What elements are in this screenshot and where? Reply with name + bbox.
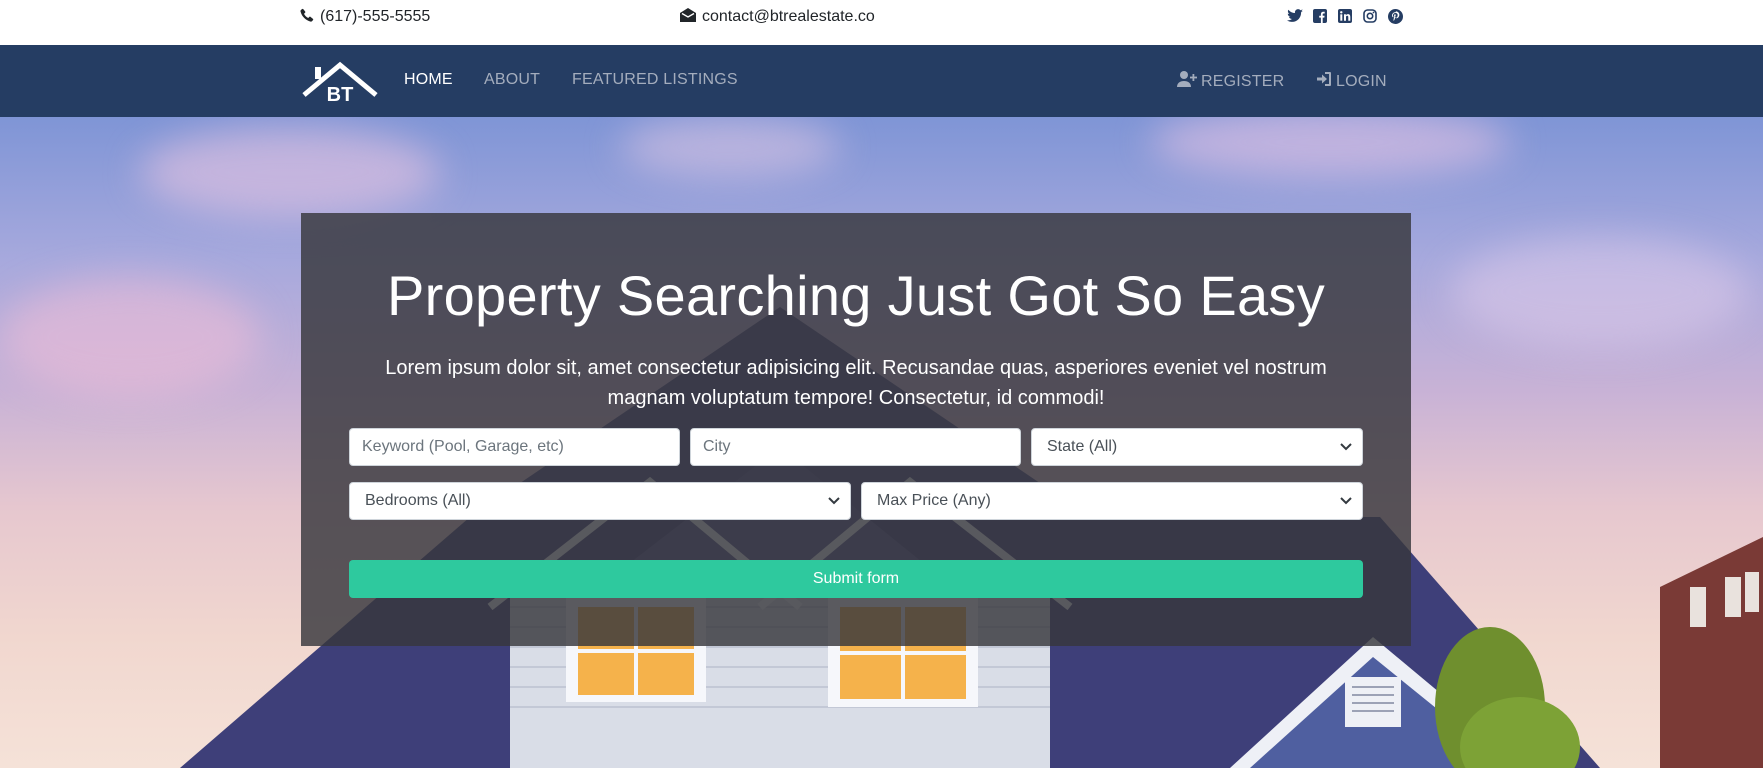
chevron-down-icon (1340, 438, 1352, 456)
sign-in-icon (1316, 71, 1332, 92)
nav-about[interactable]: ABOUT (484, 71, 540, 89)
nav-home[interactable]: HOME (404, 71, 453, 89)
twitter-icon[interactable] (1287, 8, 1303, 24)
phone-number: (617)-555-5555 (320, 8, 431, 25)
phone-icon (300, 8, 314, 27)
email-address: contact@btrealestate.co (702, 8, 875, 25)
max-price-select[interactable]: Max Price (Any) (861, 482, 1363, 520)
instagram-icon[interactable] (1362, 8, 1378, 24)
brand-logo[interactable]: BT (302, 59, 378, 106)
nav-login[interactable]: LOGIN (1316, 71, 1387, 92)
hero-section: Property Searching Just Got So Easy Lore… (0, 117, 1763, 768)
keyword-input-placeholder: Keyword (Pool, Garage, etc) (362, 438, 564, 455)
user-plus-icon (1177, 71, 1197, 92)
nav-featured-listings[interactable]: FEATURED LISTINGS (572, 71, 738, 89)
facebook-icon[interactable] (1312, 8, 1328, 24)
brand-logo-text: BT (327, 84, 354, 103)
pinterest-icon[interactable] (1387, 8, 1403, 24)
nav-register[interactable]: REGISTER (1177, 71, 1284, 92)
hero-title: Property Searching Just Got So Easy (386, 264, 1326, 327)
submit-form-button[interactable]: Submit form (349, 560, 1363, 598)
social-links (1287, 8, 1403, 24)
nav-login-label: LOGIN (1336, 72, 1387, 90)
top-contact-bar: (617)-555-5555 contact@btrealestate.co (0, 0, 1763, 45)
city-input[interactable]: City (690, 428, 1021, 466)
max-price-select-value: Max Price (Any) (877, 492, 991, 509)
state-select[interactable]: State (All) (1031, 428, 1363, 466)
phone-contact: (617)-555-5555 (300, 7, 430, 27)
hero-lead-text: Lorem ipsum dolor sit, amet consectetur … (385, 357, 1327, 409)
bedrooms-select[interactable]: Bedrooms (All) (349, 482, 851, 520)
chevron-down-icon (1340, 492, 1352, 510)
search-panel: Property Searching Just Got So Easy Lore… (301, 213, 1411, 646)
linkedin-icon[interactable] (1337, 8, 1353, 24)
bedrooms-select-value: Bedrooms (All) (365, 492, 471, 509)
keyword-input[interactable]: Keyword (Pool, Garage, etc) (349, 428, 680, 466)
envelope-icon (680, 7, 696, 27)
nav-register-label: REGISTER (1201, 72, 1285, 90)
chevron-down-icon (828, 492, 840, 510)
email-contact: contact@btrealestate.co (680, 7, 875, 27)
state-select-value: State (All) (1047, 438, 1118, 455)
city-input-placeholder: City (703, 438, 731, 455)
main-navbar: BT HOME ABOUT FEATURED LISTINGS REGISTER… (0, 45, 1763, 117)
